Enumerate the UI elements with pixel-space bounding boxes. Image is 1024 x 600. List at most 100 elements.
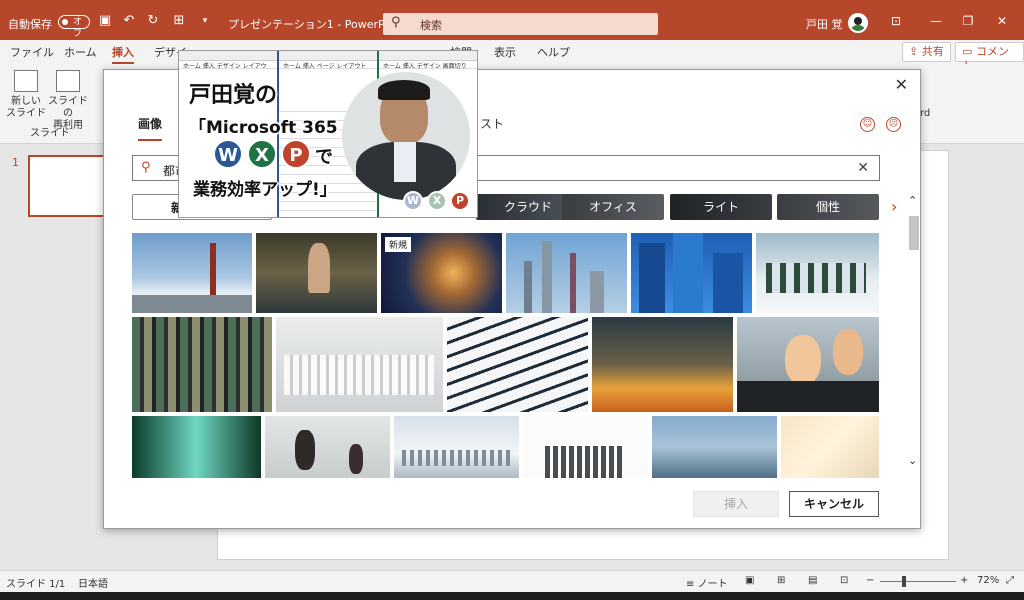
tab-home[interactable]: ホーム — [64, 44, 97, 60]
stock-image-apartments[interactable] — [132, 317, 272, 412]
avatar[interactable] — [848, 13, 868, 33]
mini-tab-word-insert: 挿入 — [202, 63, 215, 70]
chevron-up-icon[interactable]: ⌃ — [908, 194, 917, 207]
slideshow-icon[interactable]: ⊡ — [840, 575, 848, 586]
notes-label: ノート — [697, 579, 728, 590]
mini-tab-excel-page-layout: ページ レイアウト — [316, 63, 367, 70]
category-chip-light[interactable]: ライト — [670, 194, 772, 220]
chevron-down-icon[interactable]: ⌄ — [908, 454, 917, 467]
frown-feedback-icon[interactable]: ☹ — [886, 117, 901, 132]
mini-tab-ppt-design: デザイン — [416, 63, 441, 70]
stock-image-woman-lake[interactable] — [256, 233, 377, 313]
smile-feedback-icon[interactable]: ☺ — [860, 117, 875, 132]
zoom-slider[interactable] — [880, 581, 956, 582]
slide-number: 1 — [12, 156, 19, 169]
zoom-in-icon[interactable]: + — [960, 575, 968, 586]
restore-icon[interactable]: ❐ — [958, 12, 978, 30]
fit-to-window-icon[interactable]: ⤢ — [1006, 575, 1014, 586]
tab-file[interactable]: ファイル — [10, 44, 54, 60]
new-badge: 新規 — [385, 237, 412, 252]
stock-image-skyline-fog[interactable] — [394, 416, 519, 478]
stock-image-light-trails[interactable] — [592, 317, 733, 412]
present-icon[interactable]: ⊞ — [172, 14, 186, 28]
ribbon-display-icon[interactable]: ⊡ — [886, 12, 906, 30]
stock-image-friends[interactable] — [737, 317, 879, 412]
image-scrollbar[interactable]: ⌃ ⌄ — [907, 194, 921, 468]
zoom-slider-thumb[interactable] — [902, 576, 906, 587]
stock-image-snow-trees[interactable] — [756, 233, 879, 313]
mini-tab-ppt-insert: 挿入 — [402, 63, 415, 70]
new-slide-button[interactable]: 新しい スライド — [6, 96, 46, 120]
language-indicator[interactable]: 日本語 — [78, 575, 108, 590]
stock-image-lake-village[interactable] — [652, 416, 777, 478]
scrollbar-thumb[interactable] — [909, 216, 919, 250]
search-placeholder: 検索 — [420, 19, 442, 32]
stock-image-architecture-lines[interactable] — [447, 317, 588, 412]
document-title: プレゼンテーション1 - PowerPoint — [228, 18, 406, 31]
notes-button[interactable]: ≡ ノート — [686, 575, 728, 590]
slide-sorter-icon[interactable]: ⊞ — [777, 575, 785, 586]
word-logo-small-icon: W — [403, 191, 423, 211]
slide-count: スライド 1/1 — [6, 579, 66, 590]
stock-image-bokeh[interactable] — [781, 416, 879, 478]
undo-icon[interactable]: ↶ — [122, 14, 136, 28]
close-window-icon[interactable]: ✕ — [992, 12, 1012, 30]
title-bar: 自動保存 オフ ▣ ↶ ↻ ⊞ ▾ プレゼンテーション1 - PowerPoin… — [0, 0, 1024, 40]
chevron-right-icon[interactable]: › — [891, 197, 897, 216]
excel-logo-small-icon: X — [427, 191, 447, 211]
stock-image-bridge[interactable] — [132, 233, 252, 313]
reuse-slide-button[interactable]: スライドの 再利用 — [46, 96, 90, 132]
excel-logo-icon: X — [247, 139, 277, 169]
share-button[interactable]: ⇪ 共有 — [902, 42, 951, 62]
mini-tab-word-layout: レイアウ — [242, 63, 267, 70]
normal-view-icon[interactable]: ▣ — [745, 575, 754, 586]
redo-icon[interactable]: ↻ — [146, 14, 160, 28]
clear-search-icon[interactable]: ✕ — [857, 160, 869, 176]
minimize-icon[interactable]: — — [926, 12, 946, 30]
tab-view[interactable]: 表示 — [494, 44, 516, 60]
banner-title-de: で — [315, 147, 333, 168]
autosave-label: 自動保存 — [8, 18, 52, 31]
cancel-button[interactable]: キャンセル — [789, 491, 879, 517]
word-logo-icon: W — [213, 139, 243, 169]
comment-button[interactable]: ▭ コメント — [955, 42, 1024, 72]
search-icon: ⚲ — [391, 15, 401, 30]
zoom-level[interactable]: 72% — [977, 575, 999, 586]
search-box[interactable]: ⚲ 検索 — [383, 13, 658, 35]
stock-image-mini-skyline[interactable] — [523, 416, 648, 478]
close-icon[interactable]: ✕ — [895, 75, 908, 94]
banner-title-line1: 戸田覚の — [189, 83, 278, 108]
author-portrait — [342, 72, 470, 200]
banner-title-line2: 「Microsoft 365 — [189, 118, 338, 138]
ribbon-tabs: ファイル ホーム 挿入 デザイ 校閲 表示 ヘルプ ⇪ 共有 ▭ コメント — [0, 40, 1024, 72]
new-slide-icon — [14, 70, 38, 92]
tab-insert[interactable]: 挿入 — [112, 44, 134, 65]
user-name[interactable]: 戸田 覚 — [806, 16, 843, 32]
stock-image-glass-towers[interactable] — [631, 233, 752, 313]
tab-other[interactable]: スト — [480, 115, 504, 132]
stock-image-white-city[interactable] — [276, 317, 443, 412]
tab-help[interactable]: ヘルプ — [537, 44, 570, 60]
category-chip-personality[interactable]: 個性 — [777, 194, 879, 220]
autosave-toggle[interactable]: オフ — [58, 15, 90, 39]
stock-image-shanghai[interactable] — [506, 233, 627, 313]
slide-thumbnail[interactable] — [28, 155, 106, 217]
mini-tab-word-design: デザイン — [216, 63, 241, 70]
insert-button[interactable]: 挿入 — [693, 491, 779, 517]
tab-images[interactable]: 画像 — [138, 115, 163, 141]
stock-image-motion-blur[interactable] — [132, 416, 261, 478]
mini-tab-ppt-transitions: 画面切り — [442, 63, 467, 70]
customize-dropdown-icon[interactable]: ▾ — [198, 14, 212, 28]
zoom-out-icon[interactable]: − — [866, 575, 874, 586]
mini-tab-excel-home: ホーム — [283, 63, 301, 70]
reading-view-icon[interactable]: ▤ — [808, 575, 817, 586]
share-label: 共有 — [921, 45, 944, 58]
mini-tab-word-home: ホーム — [183, 63, 201, 70]
stock-image-city-night[interactable]: 新規 — [381, 233, 502, 313]
slides-group-label: スライド — [30, 128, 70, 139]
powerpoint-logo-icon: P — [281, 139, 311, 169]
category-chip-office[interactable]: オフィス — [562, 194, 664, 220]
taskbar-strip — [0, 592, 1024, 600]
save-icon[interactable]: ▣ — [98, 14, 112, 28]
stock-image-classroom[interactable] — [265, 416, 390, 478]
